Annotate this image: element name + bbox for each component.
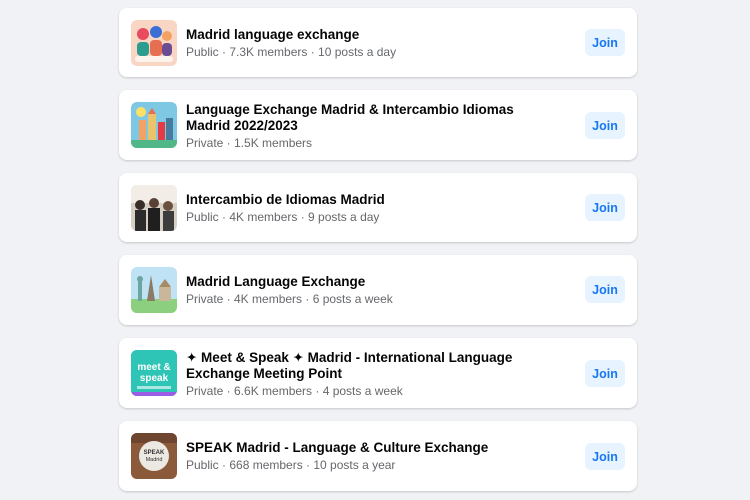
group-card[interactable]: meet & speak ✦ Meet & Speak ✦ Madrid - I… xyxy=(119,338,637,408)
group-info: Madrid language exchange Public · 7.3K m… xyxy=(186,27,556,60)
group-meta: Public · 4K members · 9 posts a day xyxy=(186,210,380,224)
group-meta: Private · 1.5K members xyxy=(186,136,313,150)
group-card[interactable]: SPEAK Madrid SPEAK Madrid - Language & C… xyxy=(119,421,637,491)
group-info: Madrid Language Exchange Private · 4K me… xyxy=(186,274,556,307)
group-info: Intercambio de Idiomas Madrid Public · 4… xyxy=(186,192,556,225)
group-thumbnail[interactable] xyxy=(131,267,177,313)
join-button[interactable]: Join xyxy=(585,276,625,303)
illustrated-people-thumbnail-icon xyxy=(131,20,177,66)
thumbnail-text: Madrid xyxy=(146,457,163,463)
group-info: ✦ Meet & Speak ✦ Madrid - International … xyxy=(186,350,556,399)
group-name[interactable]: Madrid language exchange xyxy=(186,27,556,43)
group-thumbnail[interactable]: SPEAK Madrid xyxy=(131,433,177,479)
group-photo-thumbnail-icon xyxy=(131,185,177,231)
world-landmarks-thumbnail-icon xyxy=(131,267,177,313)
group-info: Language Exchange Madrid & Intercambio I… xyxy=(186,102,556,151)
join-button[interactable]: Join xyxy=(585,29,625,56)
group-thumbnail[interactable] xyxy=(131,102,177,148)
join-button[interactable]: Join xyxy=(585,194,625,221)
group-thumbnail[interactable] xyxy=(131,20,177,66)
group-thumbnail[interactable]: meet & speak xyxy=(131,350,177,396)
group-meta: Private · 4K members · 6 posts a week xyxy=(186,292,393,306)
speak-madrid-logo-thumbnail-icon: SPEAK Madrid xyxy=(131,433,177,479)
group-meta: Private · 6.6K members · 4 posts a week xyxy=(186,384,403,398)
group-meta: Public · 668 members · 10 posts a year xyxy=(186,458,396,472)
thumbnail-text: SPEAK xyxy=(144,450,165,456)
group-info: SPEAK Madrid - Language & Culture Exchan… xyxy=(186,440,556,473)
thumbnail-text: meet & xyxy=(137,362,170,373)
group-name[interactable]: ✦ Meet & Speak ✦ Madrid - International … xyxy=(186,350,556,382)
join-button[interactable]: Join xyxy=(585,443,625,470)
group-name[interactable]: Language Exchange Madrid & Intercambio I… xyxy=(186,102,556,134)
join-button[interactable]: Join xyxy=(585,112,625,139)
group-name[interactable]: SPEAK Madrid - Language & Culture Exchan… xyxy=(186,440,556,456)
group-name[interactable]: Madrid Language Exchange xyxy=(186,274,556,290)
join-button[interactable]: Join xyxy=(585,360,625,387)
group-card[interactable]: Intercambio de Idiomas Madrid Public · 4… xyxy=(119,173,637,242)
meet-and-speak-logo-thumbnail-icon: meet & speak xyxy=(131,350,177,396)
group-card[interactable]: Madrid language exchange Public · 7.3K m… xyxy=(119,8,637,77)
group-card[interactable]: Madrid Language Exchange Private · 4K me… xyxy=(119,255,637,325)
thumbnail-text: speak xyxy=(140,373,169,384)
group-card[interactable]: Language Exchange Madrid & Intercambio I… xyxy=(119,90,637,160)
group-name[interactable]: Intercambio de Idiomas Madrid xyxy=(186,192,556,208)
group-meta: Public · 7.3K members · 10 posts a day xyxy=(186,45,397,59)
group-thumbnail[interactable] xyxy=(131,185,177,231)
city-landmarks-thumbnail-icon xyxy=(131,102,177,148)
